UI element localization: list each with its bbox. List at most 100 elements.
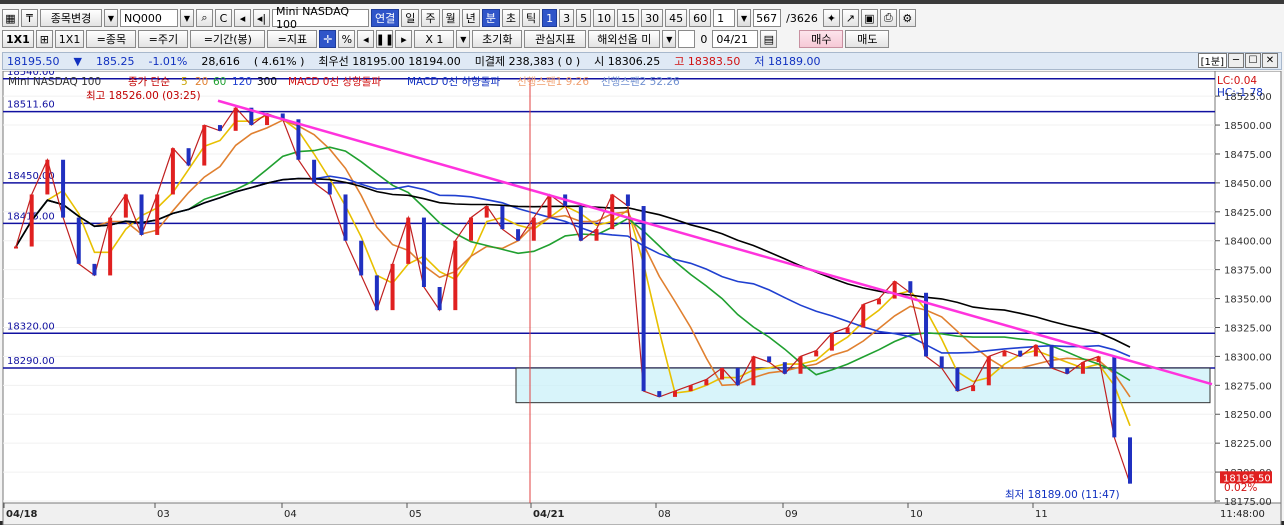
period-day[interactable]: 일 [401,9,420,27]
x-tick-label: 11:48:00 [1220,509,1265,520]
price-candle [892,281,897,299]
period-week[interactable]: 주 [421,9,440,27]
overseas-select[interactable]: 해외선옵 미 [588,30,661,48]
level-label: 18290.00 [7,356,55,367]
num-15[interactable]: 15 [617,9,640,27]
price-candle [92,263,97,276]
price-candle [202,125,207,166]
x-tick-label: 09 [785,509,798,520]
open-interest: 미결제 238,383 ( 0 ) [474,55,581,68]
period-button[interactable]: =주기 [138,30,189,48]
date-input[interactable]: 04/21 [712,30,759,48]
chevron-down-icon[interactable]: ▼ [456,30,471,48]
num-45[interactable]: 45 [665,9,688,27]
crosshair-icon[interactable]: ✛ [319,30,337,48]
sound-icon[interactable]: ◂| [253,9,270,27]
y-tick-label: 18350.00 [1224,295,1272,306]
multiplier-select[interactable]: X 1 [414,30,455,48]
interest-indicator-button[interactable]: 관심지표 [524,30,587,48]
num-5[interactable]: 5 [576,9,592,27]
legend-ma-label: 종가 단순 [128,76,170,88]
search-icon[interactable]: ⌕ [196,9,213,27]
maximize-icon[interactable]: ☐ [1245,53,1261,68]
indicator-button[interactable]: =지표 [267,30,318,48]
minimize-icon[interactable]: ─ [1228,53,1244,68]
pause-icon[interactable]: ❚❚ [376,30,394,48]
price-candle [1049,344,1054,368]
code-change-button[interactable]: 종목변경 [40,9,102,27]
price-candle [437,287,442,311]
period-year[interactable]: 년 [461,9,480,27]
save-icon[interactable]: ▣ [860,9,878,27]
range-button[interactable]: =기간(봉) [190,30,266,48]
price-candle [139,194,144,235]
draw-icon[interactable]: ↗ [841,9,859,27]
price-candle [720,367,725,380]
chevron-down-icon[interactable]: ▼ [662,30,677,48]
price-candle [986,356,991,386]
gear-icon[interactable]: ⚙ [898,9,916,27]
period-minute[interactable]: 분 [481,9,500,27]
chevron-down-icon[interactable]: ▼ [104,9,118,27]
ratio-input[interactable]: 567 [753,9,782,27]
date-checkbox[interactable] [678,30,696,48]
price-candle [359,240,364,276]
period-second[interactable]: 초 [501,9,520,27]
price-candle [641,206,646,392]
num-1[interactable]: 1 [542,9,558,27]
sell-button[interactable]: 매도 [845,30,890,48]
link-button[interactable]: 연결 [371,9,400,27]
y-tick-label: 18475.00 [1224,150,1272,161]
lc-label: LC:0.04 [1217,75,1257,87]
price-candle [217,125,222,131]
item-button[interactable]: =종목 [86,30,137,48]
layout-button[interactable]: 1X1 [2,30,34,48]
price-candle [657,391,662,397]
legend-ma120: 120 [232,76,252,88]
num-3[interactable]: 3 [559,9,575,27]
price-candle [76,217,81,264]
y-tick-label: 18225.00 [1224,439,1272,450]
legend-macd-up: MACD 0선 상향돌파 [288,76,381,88]
num-60[interactable]: 60 [689,9,712,27]
quote-bar: 18195.50 ▼ 185.25 -1.01% 28,616 ( 4.61% … [2,52,1282,70]
period-month[interactable]: 월 [441,9,460,27]
code-input[interactable]: NQ000 [120,9,178,27]
price-candle [155,194,160,235]
price-candle [704,379,709,386]
price-candle [1033,344,1038,357]
close-icon[interactable]: ✕ [1262,53,1278,68]
period-tick[interactable]: 틱 [522,9,541,27]
chevron-down-icon[interactable]: ▼ [180,9,194,27]
percent-button[interactable]: % [338,30,356,48]
num-30[interactable]: 30 [641,9,664,27]
best-quote: 최우선 18195.00 18194.00 [318,55,461,68]
price-candle [939,356,944,368]
legend-ma60: 60 [213,76,226,88]
compare-icon[interactable]: C [215,9,232,27]
layout-button-2[interactable]: 1X1 [54,30,85,48]
price-candle [108,217,113,276]
count-input[interactable]: 1 [713,9,736,27]
grid-icon[interactable]: ▦ [2,9,19,27]
calendar-icon[interactable]: ▤ [760,30,778,48]
price-candle [343,194,348,241]
num-10[interactable]: 10 [593,9,616,27]
legend-macd-down: MACD 0선 하향돌파 [407,75,500,88]
tools-icon[interactable]: ✦ [822,9,840,27]
play-back-icon[interactable]: ◂ [357,30,375,48]
price-candle [782,362,787,374]
price-candle [1065,367,1070,374]
play-icon[interactable]: ▸ [395,30,413,48]
arrow-left-icon[interactable]: ◂ [234,9,251,27]
buy-button[interactable]: 매수 [799,30,844,48]
print-icon[interactable]: ⎙ [879,9,897,27]
price-chart[interactable]: 18540.0018511.6018450.0018415.0018320.00… [0,71,1284,525]
y-tick-label: 18300.00 [1224,352,1272,363]
ratio-total: /3626 [786,11,818,25]
split-icon[interactable]: ⊞ [35,30,53,48]
chevron-down-icon[interactable]: ▼ [737,9,752,27]
price-candle [688,385,693,392]
symbol-icon[interactable]: ₸ [21,9,38,27]
reset-button[interactable]: 초기화 [472,30,523,48]
